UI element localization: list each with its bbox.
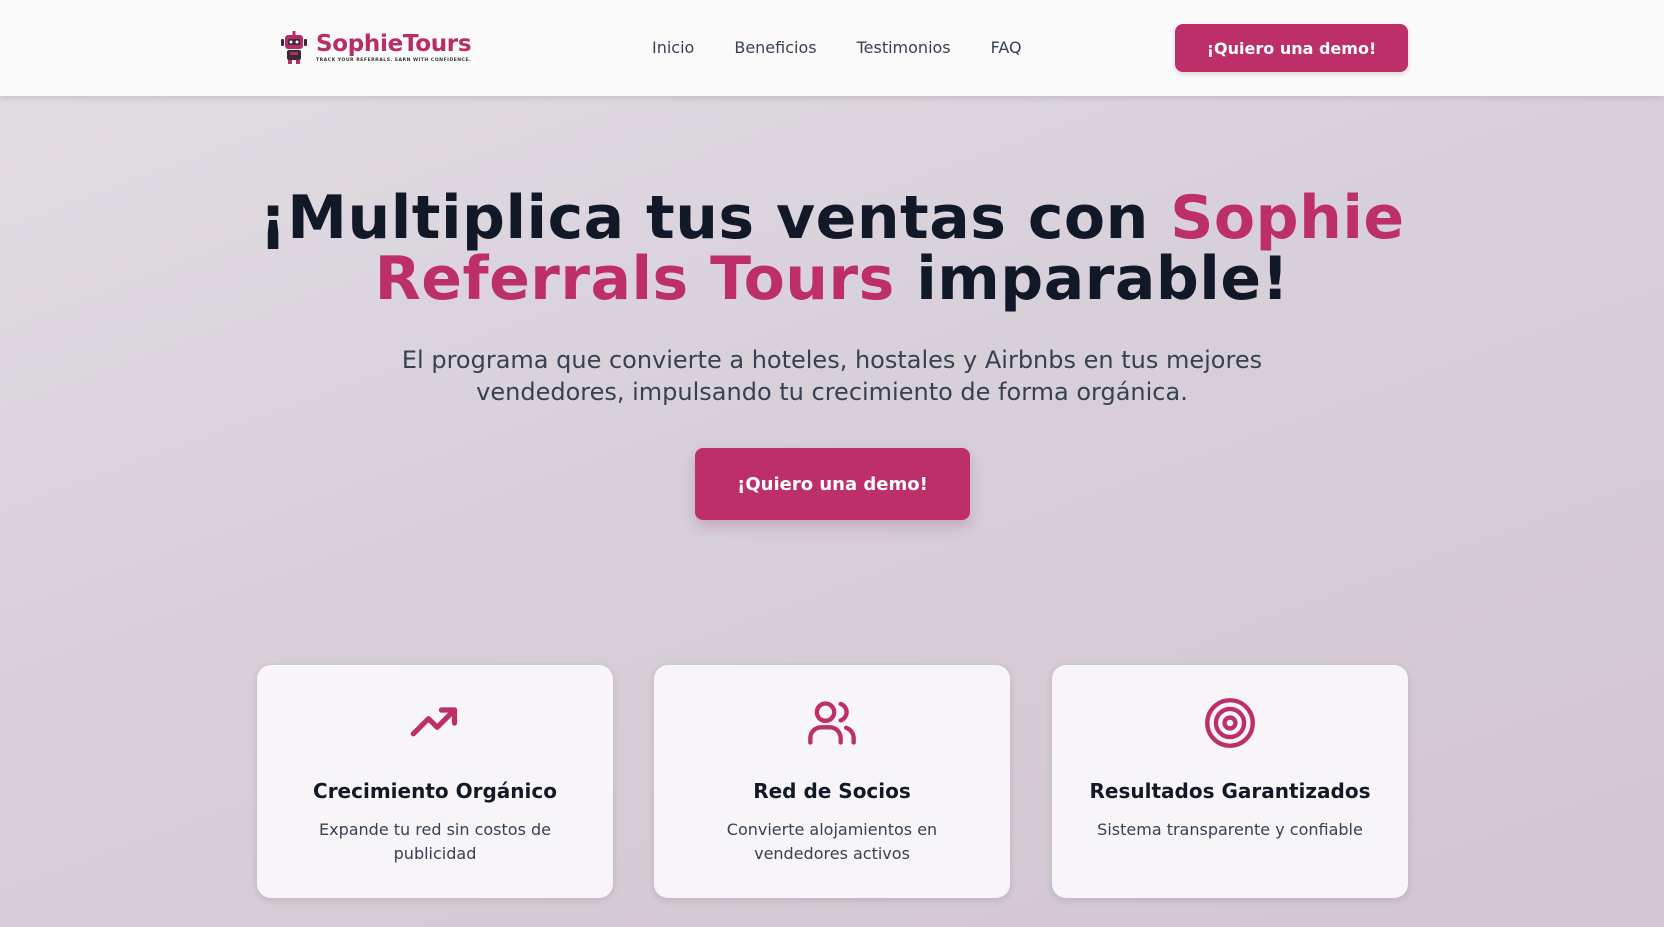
- main-nav: Inicio Beneficios Testimonios FAQ: [652, 38, 1022, 57]
- feature-title: Resultados Garantizados: [1089, 779, 1371, 803]
- feature-card-resultados: Resultados Garantizados Sistema transpar…: [1052, 665, 1408, 898]
- header-demo-button[interactable]: ¡Quiero una demo!: [1175, 24, 1408, 72]
- feature-description: Expande tu red sin costos de publicidad: [319, 820, 551, 863]
- logo[interactable]: SophieTours TRACK YOUR REFERRALS. EARN W…: [280, 30, 480, 66]
- nav-link-inicio[interactable]: Inicio: [652, 38, 694, 57]
- nav-link-beneficios[interactable]: Beneficios: [734, 38, 816, 57]
- feature-title: Crecimiento Orgánico: [313, 779, 557, 803]
- feature-card-red-de-socios: Red de Socios Convierte alojamientos en …: [654, 665, 1010, 898]
- feature-card-crecimiento: Crecimiento Orgánico Expande tu red sin …: [257, 665, 613, 898]
- users-icon: [808, 701, 856, 745]
- robot-logo-icon: [281, 31, 307, 64]
- logo-tagline: TRACK YOUR REFERRALS. EARN WITH CONFIDEN…: [316, 57, 472, 63]
- nav-link-faq[interactable]: FAQ: [991, 38, 1022, 57]
- hero-demo-button[interactable]: ¡Quiero una demo!: [695, 448, 970, 520]
- logo-name: SophieTours: [316, 30, 472, 57]
- hero-title-part1: ¡Multiplica tus ventas con: [259, 183, 1171, 253]
- hero-subtitle: El programa que convierte a hoteles, hos…: [401, 346, 1263, 406]
- site-header: SophieTours TRACK YOUR REFERRALS. EARN W…: [0, 0, 1664, 96]
- feature-title: Red de Socios: [753, 779, 911, 803]
- feature-description: Convierte alojamientos en vendedores act…: [726, 820, 938, 863]
- nav-link-testimonios[interactable]: Testimonios: [857, 38, 951, 57]
- hero-title-part2: imparable!: [894, 244, 1290, 314]
- target-icon: [1205, 698, 1255, 748]
- hero-title: ¡Multiplica tus ventas con Sophie Referr…: [232, 188, 1432, 310]
- trending-up-icon: [410, 707, 458, 737]
- feature-description: Sistema transparente y confiable: [1097, 820, 1363, 839]
